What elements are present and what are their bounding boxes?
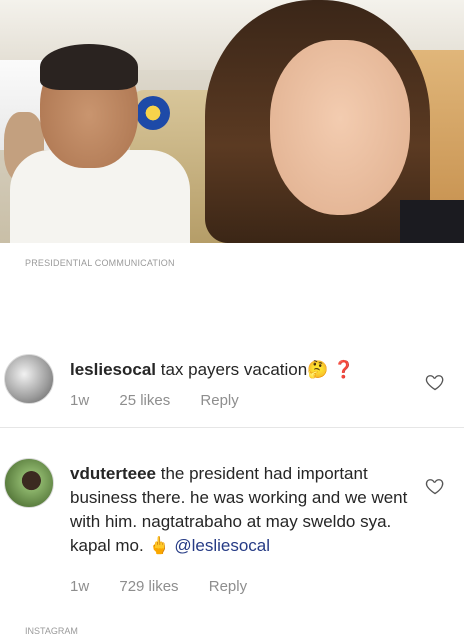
heart-icon[interactable] [425, 476, 445, 496]
photo-credit: PRESIDENTIAL COMMUNICATION [25, 258, 175, 268]
heart-icon[interactable] [425, 372, 445, 392]
comment-body: tax payers vacation [160, 360, 308, 379]
thinking-emoji-icon: 🤔 [307, 360, 329, 380]
reply-button[interactable]: Reply [200, 392, 238, 409]
comment-username[interactable]: lesliesocal [70, 360, 156, 379]
comment-meta: 1w 729 likes Reply [70, 578, 273, 595]
comment-meta: 1w 25 likes Reply [70, 392, 265, 409]
comment-text: lesliesocal tax payers vacation🤔 ❓ [70, 358, 410, 382]
woman-face [270, 40, 410, 215]
comment-time: 1w [70, 392, 90, 409]
woman-top [400, 200, 464, 243]
comment-likes[interactable]: 729 likes [119, 578, 178, 595]
man-hair [40, 44, 138, 90]
selfie-photo [0, 0, 464, 243]
comment-username[interactable]: vduterteee [70, 464, 156, 483]
comment-likes[interactable]: 25 likes [119, 392, 170, 409]
comment-text: vduterteee the president had important b… [70, 462, 410, 558]
avatar[interactable] [4, 458, 54, 508]
avatar[interactable] [4, 354, 54, 404]
reply-button[interactable]: Reply [209, 578, 247, 595]
middle-finger-emoji-icon: 🖕 [148, 536, 170, 556]
comment-time: 1w [70, 578, 90, 595]
question-mark-icon: ❓ [333, 360, 355, 380]
presidential-seal-icon [136, 96, 170, 130]
source-credit: INSTAGRAM [25, 626, 78, 636]
mention-link[interactable]: @lesliesocal [174, 536, 270, 555]
divider [0, 427, 464, 428]
